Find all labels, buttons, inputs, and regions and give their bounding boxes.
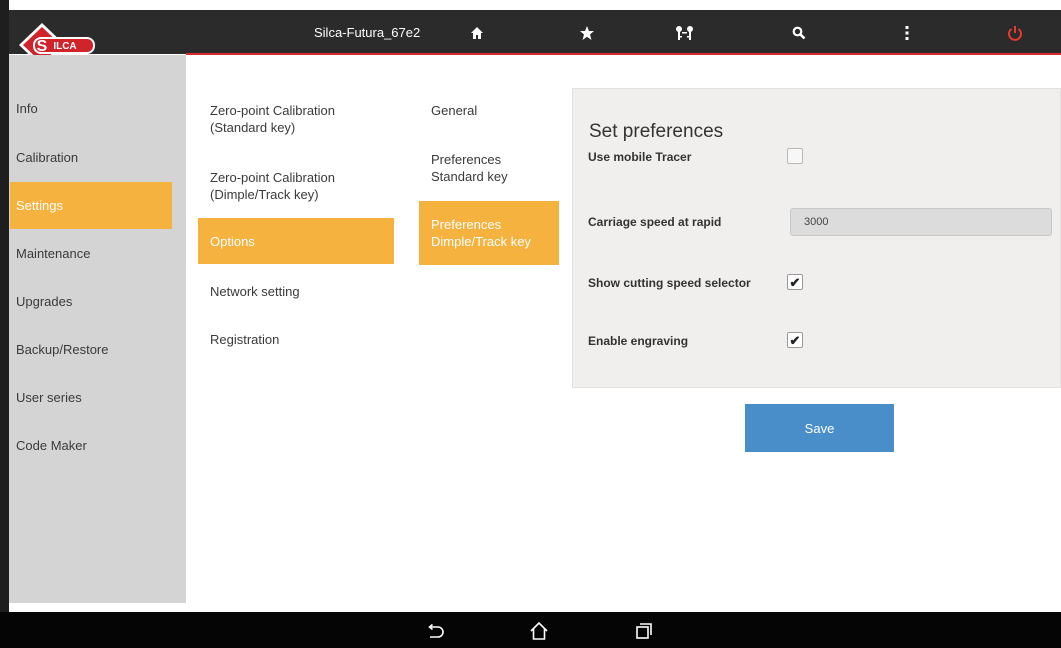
top-bar-accent-line [186,53,1061,55]
use-mobile-tracer-checkbox[interactable] [787,148,803,164]
settings-item-zero-point-dimple[interactable]: Zero-point Calibration (Dimple/Track key… [198,169,394,203]
keys-icon[interactable] [674,24,696,42]
sidebar-item-calibration[interactable]: Calibration [0,134,177,181]
settings-item-line1: Zero-point Calibration [210,103,336,118]
options-item-line2: Dimple/Track key [431,234,531,249]
use-mobile-tracer-label: Use mobile Tracer [588,150,692,164]
show-cutting-speed-label: Show cutting speed selector [588,276,751,290]
top-margin [0,0,1061,10]
settings-item-zero-point-standard[interactable]: Zero-point Calibration (Standard key) [198,102,394,136]
sidebar-item-maintenance[interactable]: Maintenance [0,230,177,277]
device-name: Silca-Futura_67e2 [314,25,421,40]
settings-item-line1: Options [210,233,255,249]
options-item-line1: Preferences [431,152,502,167]
settings-item-line2: (Dimple/Track key) [210,187,319,202]
svg-text:ILCA: ILCA [53,41,76,52]
enable-engraving-label: Enable engraving [588,334,689,348]
options-item-preferences-standard[interactable]: Preferences Standard key [419,151,559,185]
panel-title: Set preferences [589,121,724,142]
settings-item-line1: Registration [210,332,280,347]
checkmark-icon: ✔ [789,332,801,348]
settings-item-line1: Network setting [210,284,300,299]
sidebar-item-settings[interactable]: Settings [10,182,172,229]
home-icon[interactable] [469,24,485,42]
back-icon[interactable] [423,620,445,642]
settings-item-line2: (Standard key) [210,120,296,135]
sidebar-item-user-series[interactable]: User series [0,374,177,421]
sidebar-item-label: Settings [16,198,63,213]
sidebar-item-upgrades[interactable]: Upgrades [0,278,177,325]
save-button[interactable]: Save [745,404,894,452]
settings-item-network-setting[interactable]: Network setting [198,283,394,300]
power-icon[interactable] [1006,24,1024,42]
settings-item-line1: Zero-point Calibration [210,170,336,185]
options-item-line1: Preferences [431,217,502,232]
sidebar-item-label: Calibration [16,150,79,165]
settings-item-options[interactable]: Options [198,218,394,264]
recents-icon[interactable] [633,620,655,642]
sidebar-item-info[interactable]: Info [0,85,177,132]
settings-item-registration[interactable]: Registration [198,331,394,348]
svg-text:S: S [37,38,48,55]
show-cutting-speed-checkbox[interactable]: ✔ [787,274,803,290]
star-icon[interactable] [578,24,596,42]
carriage-speed-input[interactable]: 3000 [790,208,1052,236]
home-nav-icon[interactable] [528,620,550,642]
sidebar-item-label: Maintenance [16,246,91,261]
search-icon[interactable] [791,24,807,42]
sidebar-item-label: Code Maker [16,438,87,453]
options-item-line1: General [431,103,478,118]
enable-engraving-checkbox[interactable]: ✔ [787,332,803,348]
options-item-general[interactable]: General [419,102,559,119]
options-item-preferences-dimple[interactable]: Preferences Dimple/Track key [419,201,559,265]
checkmark-icon: ✔ [789,274,801,290]
app-window: ILCA S Silca-Futura_67e2 Info Calibratio… [0,0,1061,648]
sidebar-item-code-maker[interactable]: Code Maker [0,422,177,469]
sidebar-item-label: Upgrades [16,294,73,309]
sidebar-item-label: Info [16,101,38,116]
sidebar-item-label: Backup/Restore [16,342,109,357]
more-icon[interactable] [902,24,912,42]
sidebar-item-label: User series [16,390,82,405]
options-item-line2: Standard key [431,169,508,184]
sidebar-item-backup-restore[interactable]: Backup/Restore [0,326,177,373]
carriage-speed-label: Carriage speed at rapid [588,215,722,229]
